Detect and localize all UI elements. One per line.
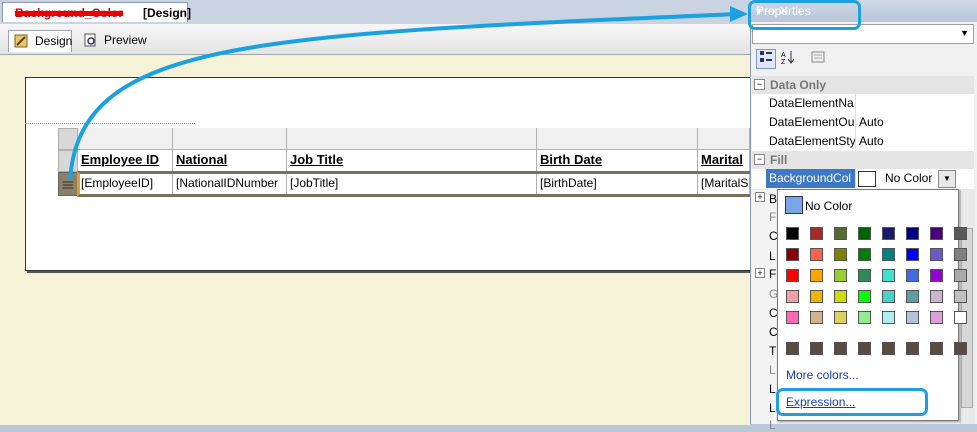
callout-arrow [68,6,748,181]
